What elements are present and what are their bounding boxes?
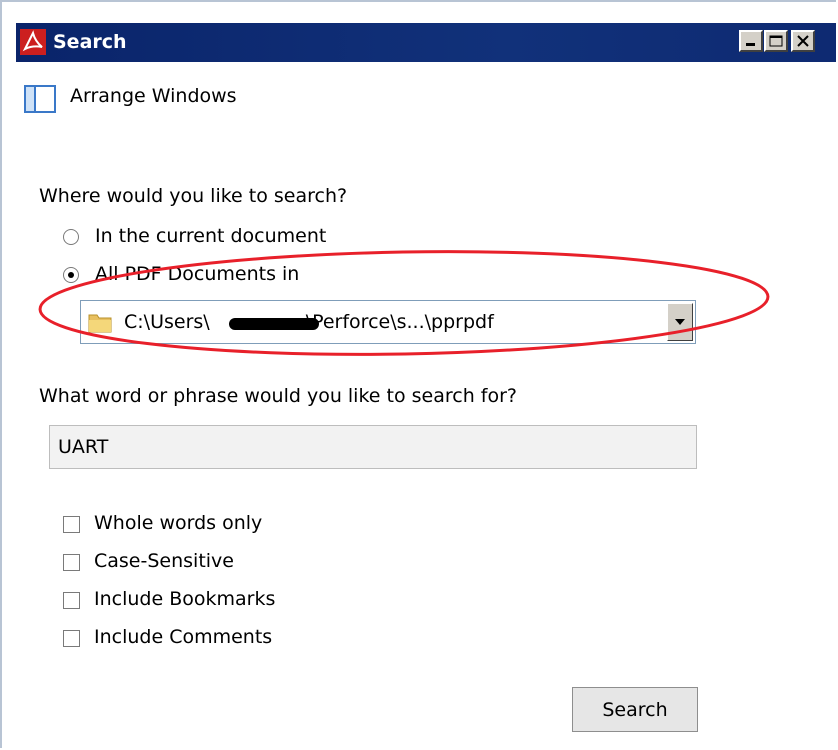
minimize-icon [746, 43, 755, 46]
close-button[interactable] [791, 30, 815, 52]
maximize-icon [769, 35, 783, 47]
minimize-button[interactable] [739, 30, 763, 52]
maximize-button[interactable] [764, 30, 788, 52]
case-sensitive-checkbox[interactable] [63, 554, 80, 571]
search-input[interactable] [50, 426, 696, 468]
radio-current-document-label[interactable]: In the current document [95, 225, 326, 247]
include-comments-checkbox[interactable] [63, 630, 80, 647]
redaction-mark [229, 318, 319, 330]
close-icon [797, 35, 809, 47]
arrange-windows-label[interactable]: Arrange Windows [70, 85, 237, 107]
folder-icon [88, 314, 112, 333]
include-bookmarks-checkbox[interactable] [63, 592, 80, 609]
include-bookmarks-label[interactable]: Include Bookmarks [94, 588, 275, 610]
arrange-windows-icon[interactable] [24, 85, 56, 113]
radio-all-pdf-documents[interactable] [63, 267, 79, 283]
where-question: Where would you like to search? [39, 185, 348, 207]
dropdown-button[interactable] [667, 303, 693, 341]
radio-all-pdf-documents-label[interactable]: All PDF Documents in [95, 263, 299, 285]
location-dropdown[interactable]: C:\Users\ \Perforce\s...\pprpdf [80, 300, 696, 344]
location-path-suffix: \Perforce\s...\pprpdf [305, 311, 494, 333]
include-comments-label[interactable]: Include Comments [94, 626, 272, 648]
window-title: Search [53, 31, 127, 53]
acrobat-icon [20, 29, 46, 55]
location-path-prefix: C:\Users\ [124, 311, 210, 333]
what-question: What word or phrase would you like to se… [39, 385, 517, 407]
case-sensitive-label[interactable]: Case-Sensitive [94, 550, 234, 572]
title-bar[interactable]: Search [16, 23, 836, 62]
radio-current-document[interactable] [63, 229, 79, 245]
search-text-field[interactable] [49, 425, 697, 469]
chevron-down-icon [675, 319, 685, 325]
search-window: Search Arrange Windows Where would you l… [0, 0, 836, 748]
radio-selected-dot [68, 272, 74, 278]
whole-words-label[interactable]: Whole words only [94, 512, 262, 534]
search-button[interactable]: Search [572, 687, 698, 732]
whole-words-checkbox[interactable] [63, 516, 80, 533]
